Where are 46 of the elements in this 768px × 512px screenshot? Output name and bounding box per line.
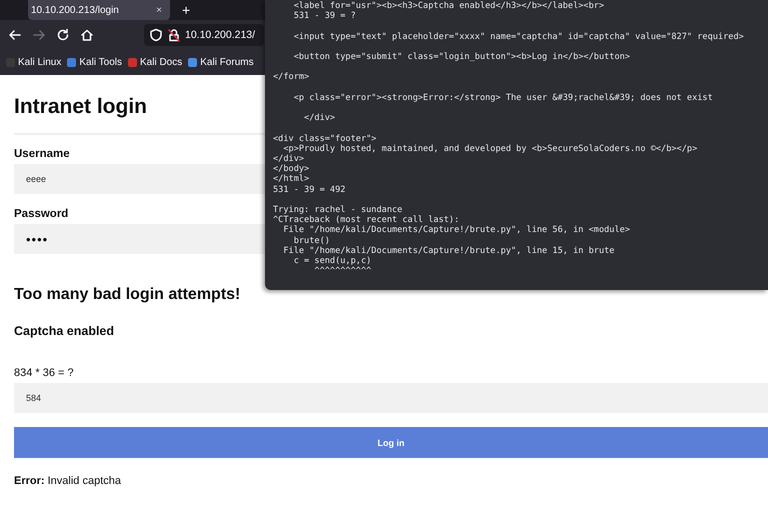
terminal-line: <div class="footer"> <box>273 134 376 144</box>
captcha-question: 834 * 36 = ? <box>14 367 75 379</box>
terminal-line: <label for="usr"><b><h3>Captcha enabled</h3></b></label><br> <box>292 1 604 12</box>
terminal-line: 531 - 39 = 492 <box>273 184 346 195</box>
field-label: Password <box>14 208 70 220</box>
tab-title: 10.10.200.213/login <box>31 4 119 16</box>
bookmark-item[interactable]: Kali Forums <box>188 57 254 68</box>
terminal-line: </html> <box>273 174 310 185</box>
terminal-line: <button type="submit" class="login_button"><b>Log in</b></button> <box>292 52 630 62</box>
bookmark-item[interactable]: Kali Docs <box>128 57 182 68</box>
password-field[interactable]: •••• <box>14 224 265 254</box>
error-message: Error: Invalid captcha <box>14 475 121 487</box>
field-label: Username <box>14 148 71 160</box>
terminal-line: <p class="error"><strong>Error:</strong> The user &#39;rachel&#39; does not exist <box>292 92 713 103</box>
terminal-line: </form> <box>273 72 310 83</box>
captcha-field[interactable]: 584 <box>14 383 768 413</box>
terminal-line: </div> <box>303 113 336 124</box>
reload-icon[interactable] <box>56 28 70 42</box>
terminal-line: Trying: rachel - sundance <box>273 204 402 216</box>
login-button[interactable]: Log in <box>14 427 768 458</box>
warning-heading: Too many bad login attempts! <box>14 286 242 304</box>
url-text: 10.10.200.213/ <box>185 29 256 41</box>
browser-tab[interactable]: 10.10.200.213/login × <box>28 0 170 20</box>
terminal-line: ^^^^^^^^^^^ <box>313 266 372 276</box>
captcha-heading: Captcha enabled <box>14 324 116 338</box>
terminal-line: File "/home/kali/Documents/Capture!/brute.py", line 56, in <module> <box>282 225 630 236</box>
bookmark-item[interactable]: Kali Linux <box>6 57 62 68</box>
username-field[interactable]: eeee <box>14 164 265 194</box>
terminal-line: File "/home/kali/Documents/Capture!/brute.py", line 15, in brute <box>282 246 614 256</box>
insecure-lock-icon <box>167 28 181 42</box>
shield-icon <box>149 28 163 42</box>
address-bar[interactable]: 10.10.200.213/ <box>144 24 264 46</box>
terminal-line: brute() <box>292 236 330 246</box>
home-icon[interactable] <box>80 28 94 42</box>
terminal-line: </div> <box>273 154 304 164</box>
page-title: Intranet login <box>14 95 148 119</box>
terminal-line: c = send(u,p,c) <box>292 256 372 266</box>
close-tab-button[interactable]: × <box>156 4 162 16</box>
terminal-line: <p>Proudly hosted, maintained, and developed by <b>SecureSolaCoders.no ©</b></p> <box>282 144 698 154</box>
new-tab-button[interactable]: + <box>176 2 196 18</box>
terminal-line: ^CTraceback (most recent call last): <box>273 215 460 226</box>
terminal-line: 531 - 39 = ? <box>292 11 356 22</box>
terminal-line: <input type="text" placeholder="xxxx" name="captcha" id="captcha" value="827" required> <box>292 32 744 42</box>
bookmark-item[interactable]: Kali Tools <box>67 57 122 68</box>
back-icon[interactable] <box>8 28 22 42</box>
terminal-line: </body> <box>273 164 310 174</box>
